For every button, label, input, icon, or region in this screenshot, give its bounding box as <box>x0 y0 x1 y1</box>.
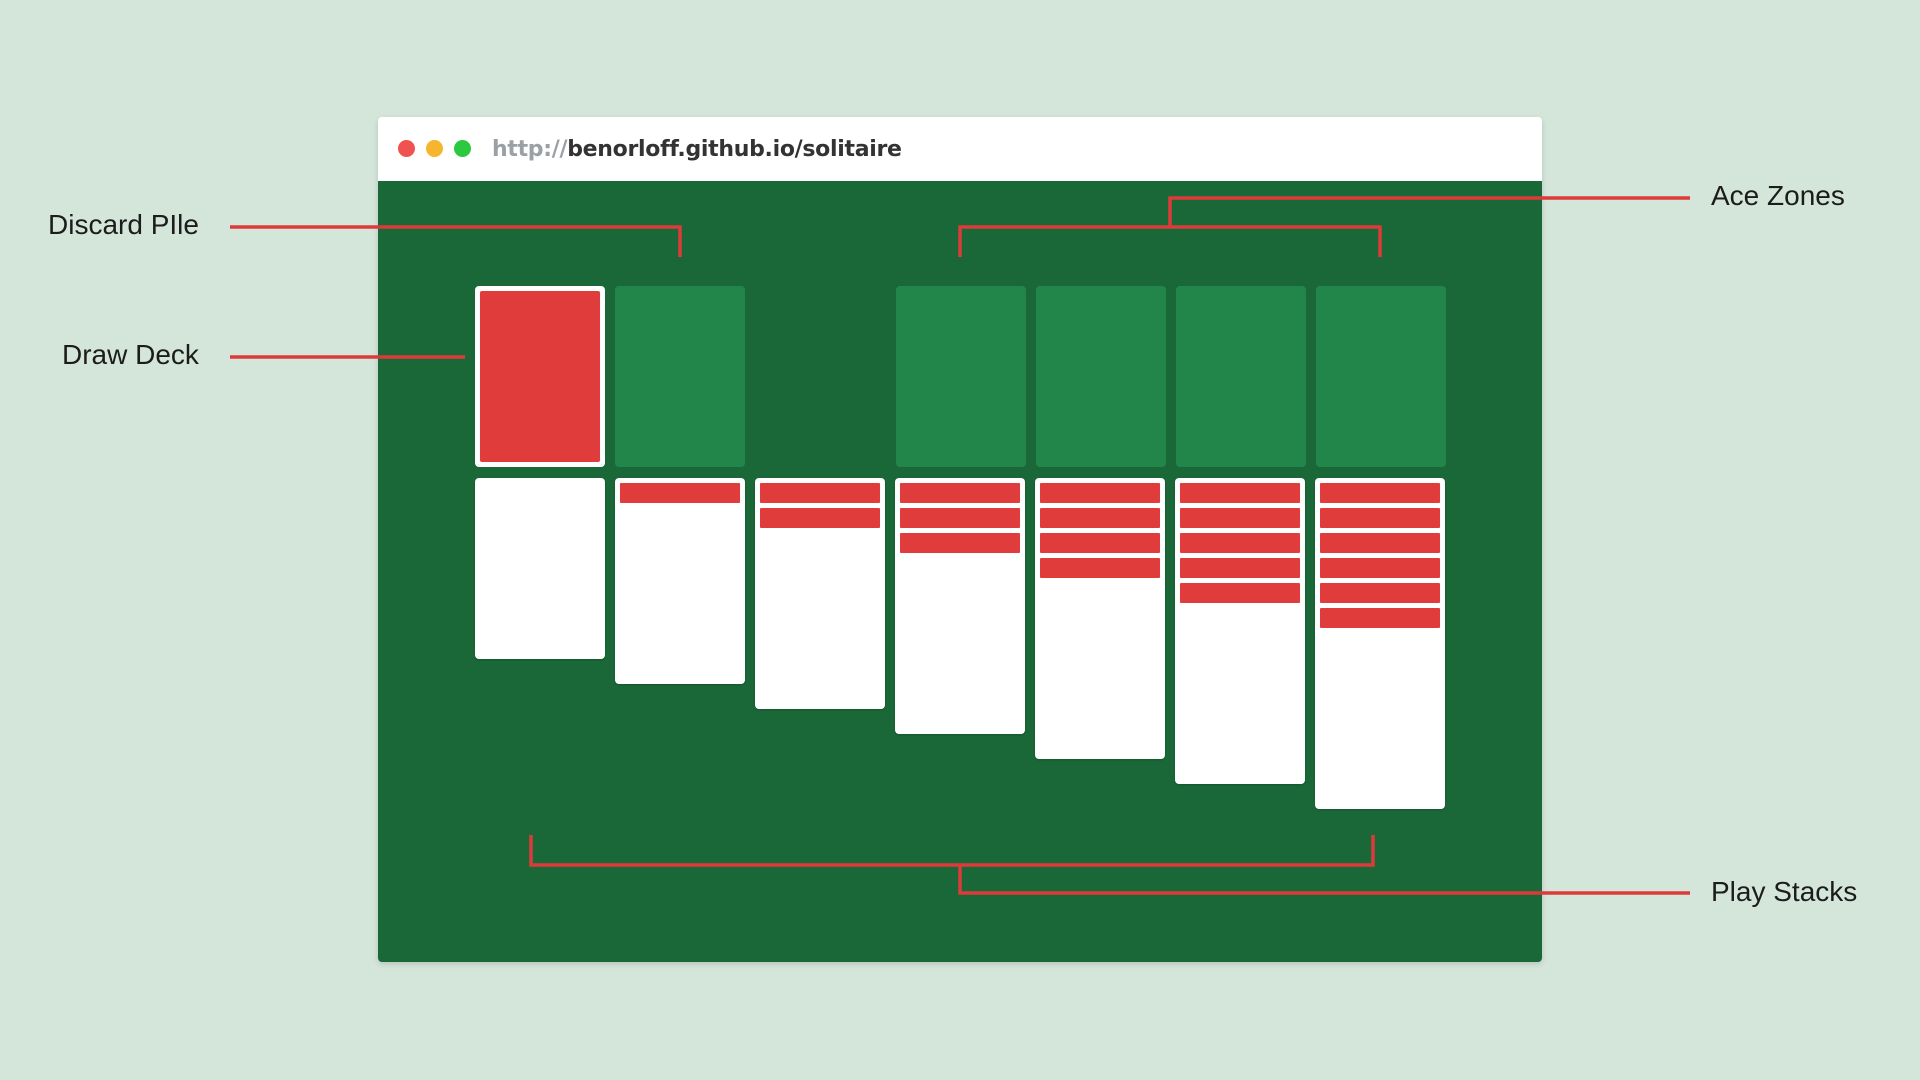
diagram-stage: http://benorloff.github.io/solitaire Dis… <box>0 0 1920 1080</box>
label-play-stacks: Play Stacks <box>1711 876 1858 907</box>
label-discard-pile: Discard PIle <box>48 209 199 240</box>
ace-zones-callout-line <box>1168 196 1690 227</box>
callout-lines <box>230 196 1690 895</box>
play-stacks-bracket <box>529 835 1375 867</box>
play-stacks-callout-line <box>958 865 1690 895</box>
ace-zones-bracket <box>958 225 1382 257</box>
discard-pile-callout-line <box>230 225 682 257</box>
label-ace-zones: Ace Zones <box>1711 180 1845 211</box>
label-draw-deck: Draw Deck <box>62 339 199 370</box>
